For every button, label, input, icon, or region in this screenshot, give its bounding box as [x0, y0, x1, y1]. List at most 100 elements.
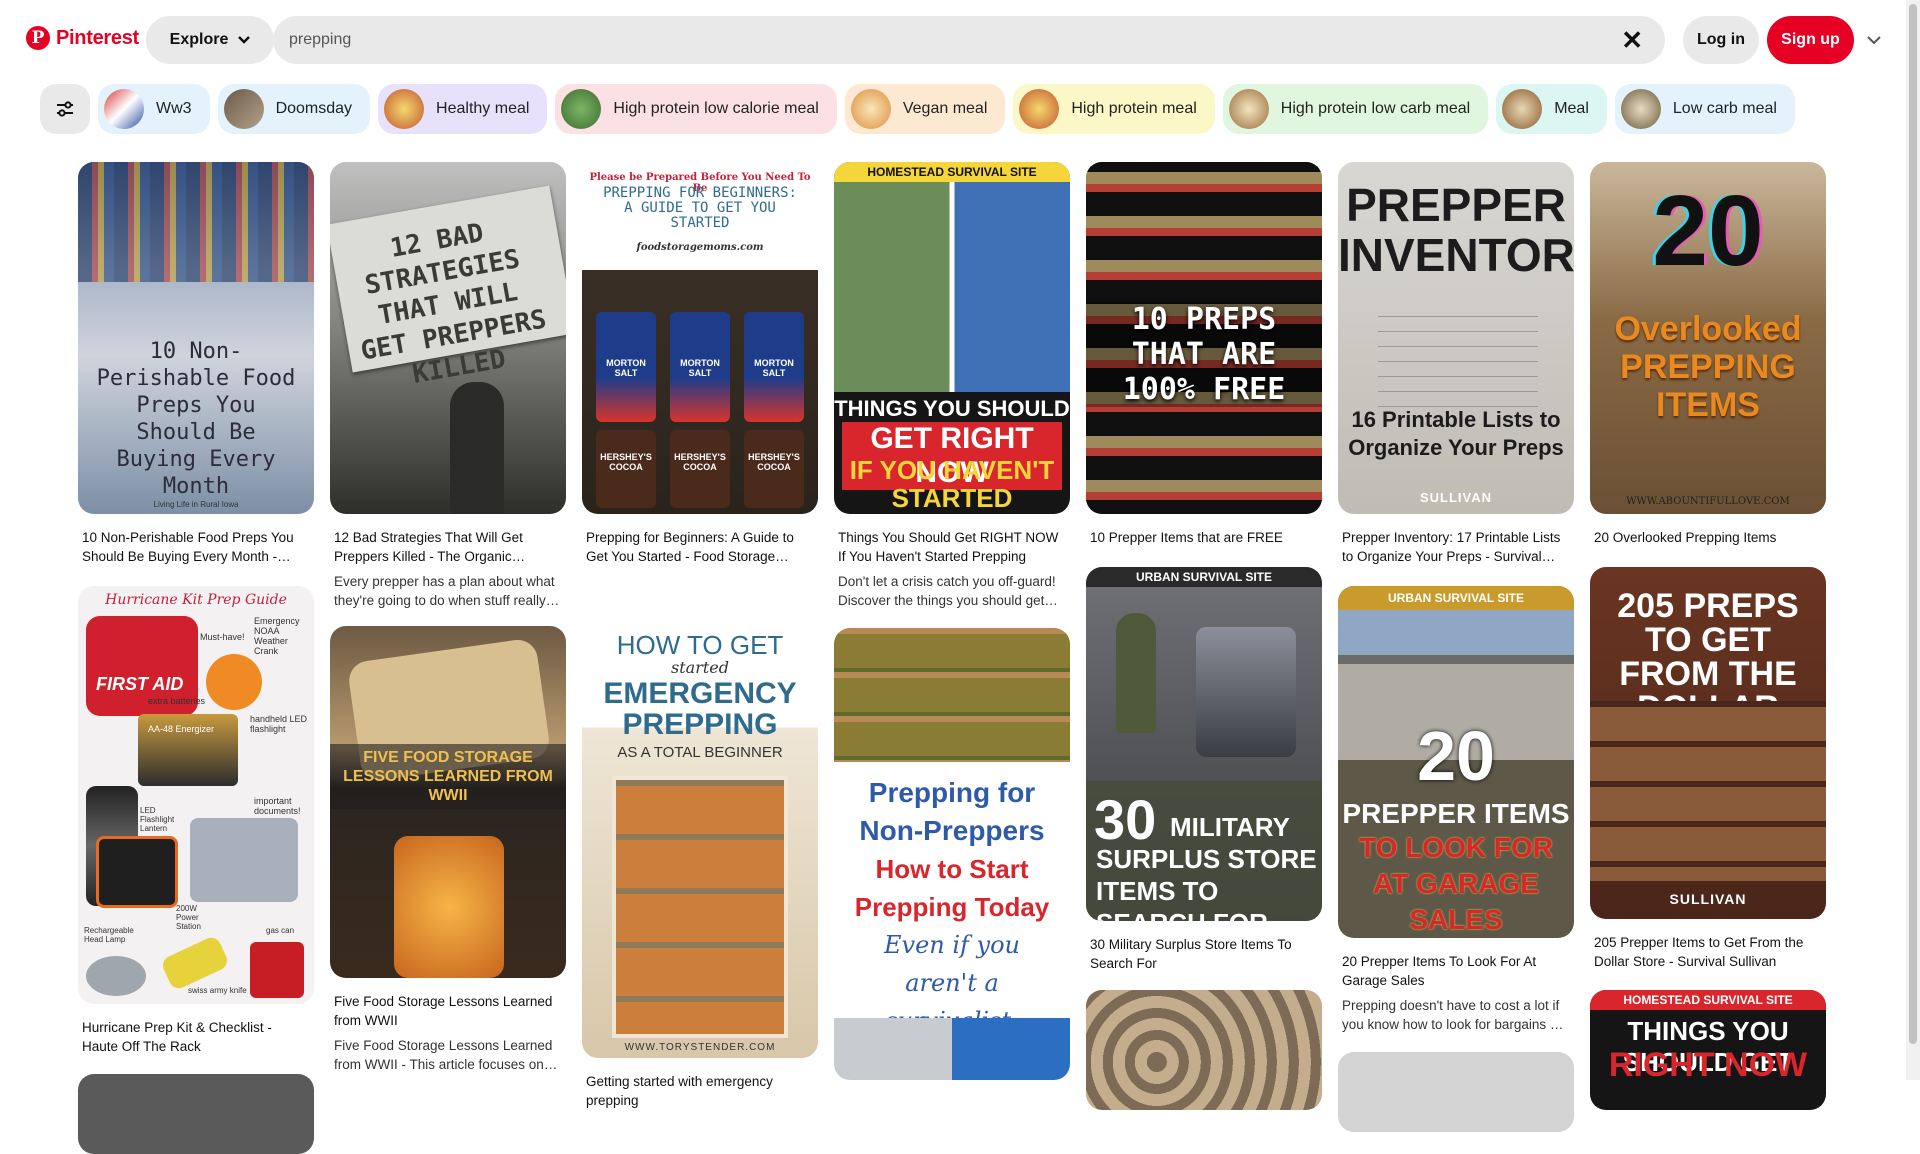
pin-image[interactable]: [1086, 990, 1322, 1110]
pin-card[interactable]: 12 BAD STRATEGIES THAT WILL GET PREPPERS…: [330, 162, 566, 610]
pin-title[interactable]: Prepping for Beginners: A Guide to Get Y…: [586, 528, 814, 566]
pin-image[interactable]: PREPPER INVENTORY 16 Printable Lists to …: [1338, 162, 1574, 514]
pin-card[interactable]: [1338, 1052, 1574, 1132]
signup-button[interactable]: Sign up: [1767, 16, 1854, 64]
pin-title[interactable]: Hurricane Prep Kit & Checklist - Haute O…: [82, 1018, 310, 1056]
pin-title[interactable]: Getting started with emergency prepping: [586, 1072, 814, 1110]
pin-title[interactable]: 12 Bad Strategies That Will Get Preppers…: [334, 528, 562, 566]
can-label: MORTON SALT: [680, 358, 720, 378]
pin-title[interactable]: 10 Prepper Items that are FREE: [1090, 528, 1318, 547]
pin-image[interactable]: FIVE FOOD STORAGE LESSONS LEARNED FROM W…: [330, 626, 566, 978]
explore-button[interactable]: Explore: [146, 16, 274, 64]
pin-title[interactable]: Prepper Inventory: 17 Printable Lists to…: [1342, 528, 1570, 566]
pin-image[interactable]: HOMESTEAD SURVIVAL SITE THINGS YOU SHOUL…: [1590, 990, 1826, 1110]
pin-overlay-text-1: Prepping for Non-Preppers: [859, 777, 1045, 846]
page-scrollbar[interactable]: [1906, 0, 1920, 1080]
pin-image[interactable]: URBAN SURVIVAL SITE 20 PREPPER ITEMS TO …: [1338, 586, 1574, 938]
pinterest-logo-icon: P: [26, 26, 50, 50]
pin-title[interactable]: 20 Overlooked Prepping Items: [1594, 528, 1822, 547]
pin-card[interactable]: Prepping for Non-Preppers How to Start P…: [834, 628, 1070, 1080]
pin-overlay-text-1: HOW TO GET: [616, 630, 784, 660]
pin-card[interactable]: 205 PREPS TO GET FROM THE DOLLAR STORE S…: [1590, 567, 1826, 971]
search-input[interactable]: [289, 31, 1589, 49]
chip-thumbnail: [850, 89, 891, 129]
checklist-lines: [1378, 302, 1538, 412]
chevron-down-icon: [238, 36, 251, 44]
pin-title[interactable]: 10 Non-Perishable Food Preps You Should …: [82, 528, 310, 566]
pin-image[interactable]: Please be Prepared Before You Need To Be…: [582, 162, 818, 514]
pin-overlay-text-2: How to Start Prepping Today: [854, 854, 1050, 922]
pin-title[interactable]: Five Food Storage Lessons Learned from W…: [334, 992, 562, 1030]
pin-image[interactable]: HOMESTEAD SURVIVAL SITE THINGS YOU SHOUL…: [834, 162, 1070, 514]
person-silhouette: [450, 382, 504, 514]
pin-card[interactable]: 20 Overlooked PREPPING ITEMS WWW.ABOUNTI…: [1590, 162, 1826, 547]
pin-image[interactable]: Hurricane Kit Prep Guide FIRST AID Must-…: [78, 586, 314, 1004]
pin-card[interactable]: PREPPER INVENTORY 16 Printable Lists to …: [1338, 162, 1574, 566]
chip-high-protein-low-carb-meal[interactable]: High protein low carb meal: [1222, 84, 1489, 134]
pin-card[interactable]: 10 Non-Perishable Food Preps You Should …: [78, 162, 314, 566]
chip-ww3[interactable]: Ww3: [98, 84, 210, 134]
chip-thumbnail: [1620, 89, 1661, 129]
pin-card[interactable]: 10 PREPS THAT ARE 100% FREE 10 Prepper I…: [1086, 162, 1322, 547]
chip-healthy-meal[interactable]: Healthy meal: [378, 84, 548, 134]
pin-image[interactable]: 10 PREPS THAT ARE 100% FREE: [1086, 162, 1322, 514]
pin-overlay-text: Overlooked PREPPING ITEMS: [1614, 310, 1802, 424]
pin-image[interactable]: 20 Overlooked PREPPING ITEMS WWW.ABOUNTI…: [1590, 162, 1826, 514]
chip-thumbnail: [104, 89, 144, 129]
chip-high-protein-low-calorie-meal[interactable]: High protein low calorie meal: [555, 84, 837, 134]
pin-overlay-top: URBAN SURVIVAL SITE: [1387, 591, 1525, 605]
pin-title[interactable]: 30 Military Surplus Store Items To Searc…: [1090, 935, 1318, 973]
pin-card[interactable]: [78, 1074, 314, 1154]
chip-thumbnail: [1502, 89, 1543, 129]
pin-image[interactable]: [1338, 1052, 1574, 1132]
pin-image[interactable]: [78, 1074, 314, 1154]
pin-overlay-text: 16 Printable Lists to Organize Your Prep…: [1348, 407, 1564, 460]
label-flashlight: handheld LED flashlight: [250, 714, 308, 734]
chip-doomsday[interactable]: Doomsday: [217, 84, 371, 134]
pin-image[interactable]: 12 BAD STRATEGIES THAT WILL GET PREPPERS…: [330, 162, 566, 514]
pinterest-logo[interactable]: P Pinterest: [26, 26, 139, 50]
chip-thumbnail: [223, 89, 264, 129]
label-lantern: LED Flashlight Lantern: [140, 806, 175, 833]
clear-search-icon[interactable]: ✕: [1621, 27, 1643, 53]
pin-description: Prepping doesn't have to cost a lot if y…: [1342, 998, 1562, 1032]
pin-title[interactable]: Things You Should Get RIGHT NOW If You H…: [838, 528, 1066, 566]
can-label: HERSHEY'S COCOA: [748, 452, 800, 472]
login-button[interactable]: Log in: [1683, 16, 1759, 64]
pin-image[interactable]: URBAN SURVIVAL SITE 30 MILITARY SURPLUS …: [1086, 567, 1322, 921]
pin-card[interactable]: Hurricane Kit Prep Guide FIRST AID Must-…: [78, 586, 314, 1056]
pin-image[interactable]: Prepping for Non-Preppers How to Start P…: [834, 628, 1070, 1080]
label-batteries: extra batteries: [148, 696, 206, 706]
first-aid-label: FIRST AID: [96, 674, 184, 694]
pin-card[interactable]: URBAN SURVIVAL SITE 30 MILITARY SURPLUS …: [1086, 567, 1322, 973]
pin-image[interactable]: HOW TO GET started EMERGENCY PREPPING AS…: [582, 586, 818, 1058]
pin-title[interactable]: 205 Prepper Items to Get From the Dollar…: [1594, 933, 1822, 971]
supply-photos: [834, 182, 1070, 392]
filter-button[interactable]: [40, 84, 90, 134]
pin-card[interactable]: URBAN SURVIVAL SITE 20 PREPPER ITEMS TO …: [1338, 586, 1574, 1034]
pin-card[interactable]: HOMESTEAD SURVIVAL SITE THINGS YOU SHOUL…: [1590, 990, 1826, 1110]
more-options-chevron-icon[interactable]: [1862, 28, 1886, 52]
label-headlamp: Rechargeable Head Lamp: [84, 926, 134, 944]
pin-image[interactable]: 10 Non-Perishable Food Preps You Should …: [78, 162, 314, 514]
pin-title[interactable]: 20 Prepper Items To Look For At Garage S…: [1342, 952, 1570, 990]
pin-credit: SULLIVAN: [1669, 891, 1747, 907]
pin-card[interactable]: HOMESTEAD SURVIVAL SITE THINGS YOU SHOUL…: [834, 162, 1070, 610]
pin-overlay-text: PREPPING FOR BEGINNERS: A GUIDE TO GET Y…: [603, 185, 797, 231]
pin-card[interactable]: [1086, 990, 1322, 1110]
chip-vegan-meal[interactable]: Vegan meal: [844, 84, 1006, 134]
chip-high-protein-meal[interactable]: High protein meal: [1013, 84, 1215, 134]
chip-label: Ww3: [156, 100, 192, 117]
search-bar[interactable]: ✕: [273, 16, 1665, 64]
scrollbar-thumb[interactable]: [1909, 4, 1917, 1044]
pin-card[interactable]: HOW TO GET started EMERGENCY PREPPING AS…: [582, 586, 818, 1110]
pin-description: Every prepper has a plan about what they…: [334, 574, 555, 608]
pin-card[interactable]: FIVE FOOD STORAGE LESSONS LEARNED FROM W…: [330, 626, 566, 1074]
pin-image[interactable]: 205 PREPS TO GET FROM THE DOLLAR STORE S…: [1590, 567, 1826, 919]
chip-thumbnail: [561, 89, 602, 129]
pin-card[interactable]: Please be Prepared Before You Need To Be…: [582, 162, 818, 566]
chip-meal[interactable]: Meal: [1496, 84, 1607, 134]
jar-shelves: [834, 628, 1070, 762]
chip-low-carb-meal[interactable]: Low carb meal: [1614, 84, 1795, 134]
pin-overlay-heading: PREPPER INVENTORY: [1338, 179, 1574, 281]
